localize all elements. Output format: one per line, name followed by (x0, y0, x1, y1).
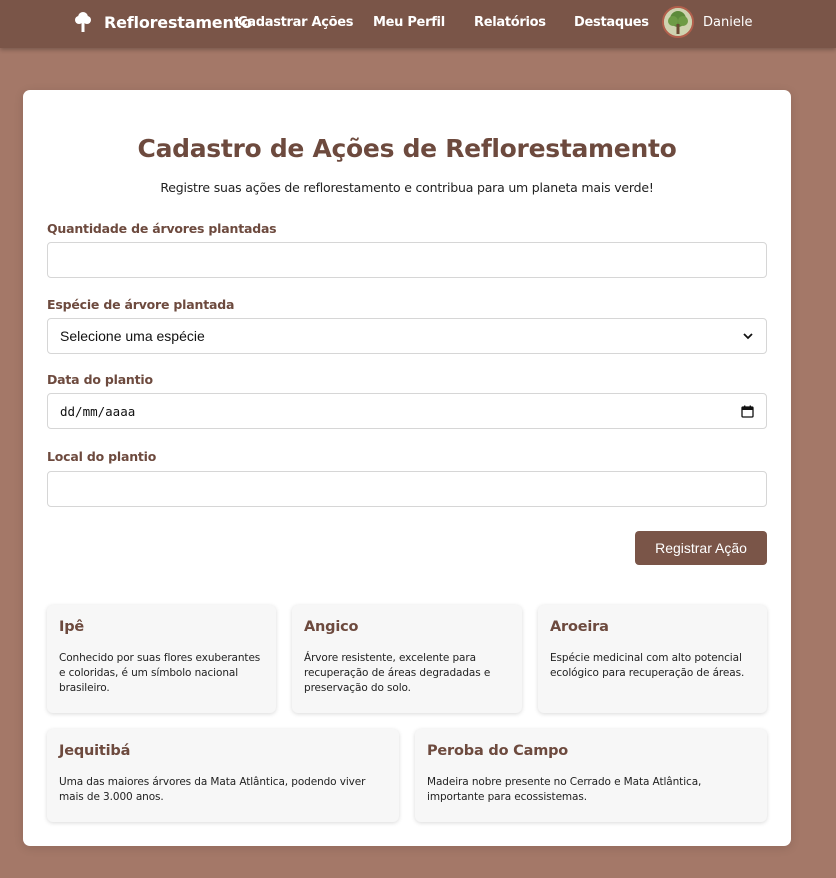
nav-link-cadastrar[interactable]: Cadastrar Ações (238, 15, 354, 30)
species-card-jequitiba: Jequitibá Uma das maiores árvores da Mat… (47, 729, 399, 822)
date-placeholder: dd/mm/aaaa (60, 403, 136, 419)
species-description: Madeira nobre presente no Cerrado e Mata… (427, 776, 702, 803)
nav-link-relatorios[interactable]: Relatórios (474, 15, 546, 30)
species-name: Jequitibá (59, 743, 131, 759)
species-card-peroba: Peroba do Campo Madeira nobre presente n… (415, 729, 767, 822)
user-name: Daniele (703, 14, 753, 30)
species-description: Árvore resistente, excelente para recupe… (304, 652, 491, 694)
species-name: Peroba do Campo (427, 743, 569, 759)
date-input[interactable]: dd/mm/aaaa (47, 393, 767, 429)
tree-avatar-icon (664, 8, 692, 36)
register-action-button[interactable]: Registrar Ação (635, 531, 767, 565)
page-subtitle: Registre suas ações de reflorestamento e… (160, 180, 654, 195)
nav-link-perfil[interactable]: Meu Perfil (373, 15, 445, 30)
tree-icon (75, 12, 91, 32)
species-description: Conhecido por suas flores exuberantes e … (59, 652, 261, 694)
registration-card: Cadastro de Ações de Reflorestamento Reg… (23, 90, 791, 846)
species-name: Aroeira (550, 619, 609, 635)
species-description: Espécie medicinal com alto potencial eco… (550, 652, 745, 679)
date-label: Data do plantio (47, 372, 153, 387)
species-select[interactable]: Selecione uma espécie (47, 318, 767, 354)
quantity-input[interactable] (47, 242, 767, 278)
species-description: Uma das maiores árvores da Mata Atlântic… (59, 776, 366, 803)
species-name: Angico (304, 619, 359, 635)
species-name: Ipê (59, 619, 85, 635)
page-title: Cadastro de Ações de Reflorestamento (137, 134, 677, 163)
brand[interactable]: Reflorestamento (74, 11, 252, 33)
species-label: Espécie de árvore plantada (47, 297, 235, 312)
calendar-icon[interactable] (741, 405, 754, 418)
species-card-aroeira: Aroeira Espécie medicinal com alto poten… (538, 605, 767, 713)
species-card-ipe: Ipê Conhecido por suas flores exuberante… (47, 605, 276, 713)
location-label: Local do plantio (47, 449, 157, 464)
nav-link-destaques[interactable]: Destaques (574, 15, 649, 30)
brand-name: Reflorestamento (104, 12, 252, 32)
chevron-down-icon (743, 333, 753, 340)
avatar[interactable] (662, 6, 694, 38)
quantity-label: Quantidade de árvores plantadas (47, 221, 277, 236)
species-card-angico: Angico Árvore resistente, excelente para… (292, 605, 522, 713)
navbar: Reflorestamento Cadastrar Ações Meu Perf… (0, 0, 836, 48)
user-menu[interactable]: Daniele (662, 6, 752, 38)
location-input[interactable] (47, 471, 767, 507)
species-selected-value: Selecione uma espécie (60, 328, 205, 344)
